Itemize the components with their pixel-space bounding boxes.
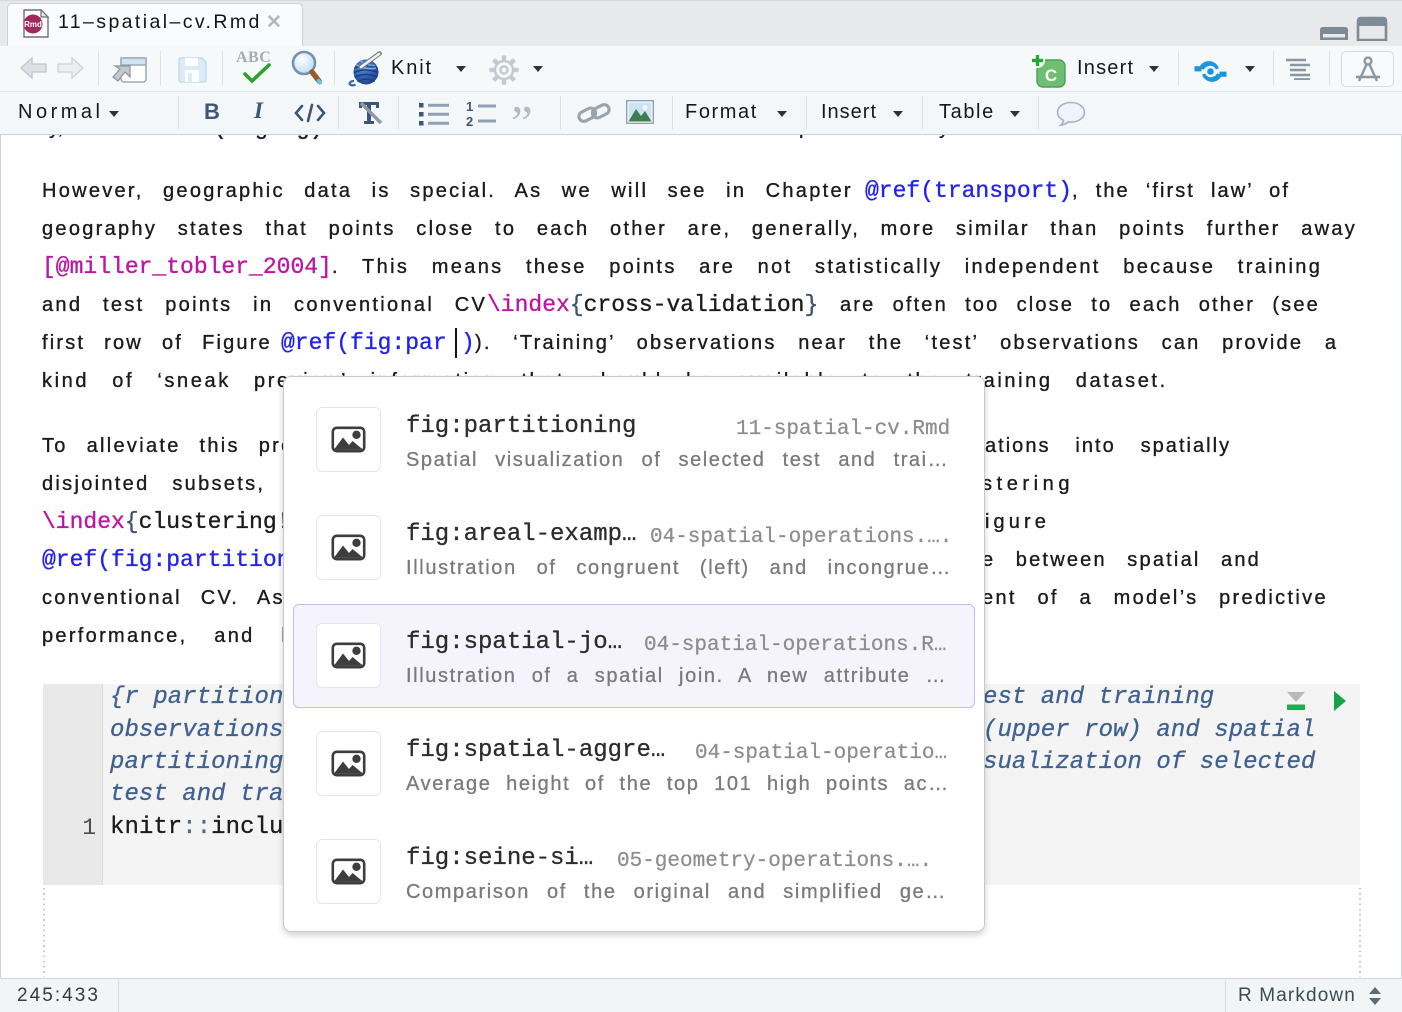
svg-text:1: 1 (466, 100, 473, 114)
svg-text:2: 2 (466, 114, 473, 127)
svg-text:C: C (1045, 66, 1057, 85)
svg-text:Rmd: Rmd (24, 20, 42, 29)
